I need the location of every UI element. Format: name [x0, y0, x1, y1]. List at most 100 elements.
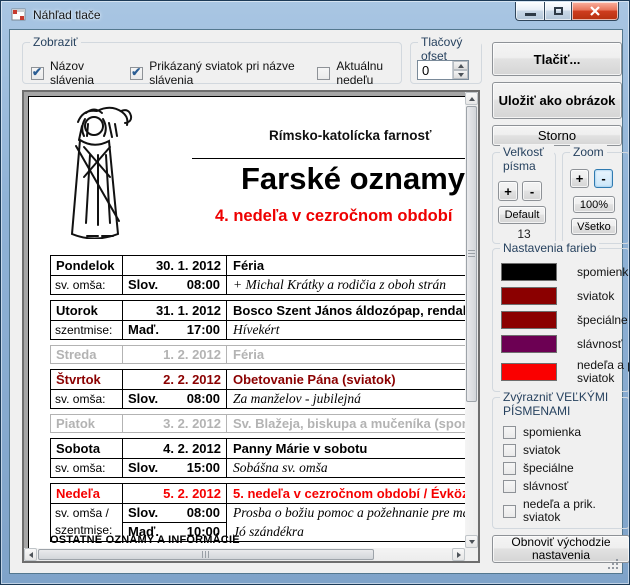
horizontal-scroll-thumb[interactable] [38, 549, 374, 560]
other-announcements-heading: OSTATNÉ OZNAMY A INFORMÁCIE [50, 534, 240, 546]
show-group-label: Zobraziť [30, 35, 81, 49]
horizontal-scrollbar[interactable] [24, 548, 465, 561]
color-swatch[interactable] [501, 263, 557, 281]
colors-group-label: Nastavenia farieb [500, 241, 599, 255]
day-title: Panny Márie v sobotu [227, 439, 465, 458]
zoom-in-button[interactable]: + [570, 169, 589, 188]
day-date: 3. 2. 2012 [123, 415, 227, 432]
day-header-row: Piatok3. 2. 2012Sv. Blažeja, biskupa a m… [51, 415, 465, 432]
day-header-row: Utorok31. 1. 2012Bosco Szent János áldoz… [51, 301, 465, 320]
minimize-button[interactable] [515, 2, 544, 21]
font-size-increase-button[interactable]: + [498, 181, 518, 201]
color-setting-row: nedeľa a prík. sviatok [501, 359, 630, 385]
day-title: Bosco Szent János áldozópap, rendalapító [227, 301, 465, 320]
day-name: Streda [51, 346, 123, 363]
show-option-checkbox[interactable]: Prikázaný sviatok pri názve slávenia [130, 59, 297, 87]
print-button[interactable]: Tlačiť... [492, 42, 622, 76]
scroll-left-button[interactable] [24, 548, 37, 561]
titlebar[interactable]: Náhľad tlače [1, 1, 629, 29]
mass-intention: Jó szándékra [227, 523, 465, 541]
spinner-down-button[interactable] [453, 70, 468, 79]
uppercase-option-checkbox[interactable]: spomienka [503, 426, 615, 439]
zoom-100-button[interactable]: 100% [573, 196, 615, 213]
mass-row: Slov.08:00Prosba o božiu pomoc a požehna… [123, 504, 465, 523]
preview-panel: Rímsko-katolícka farnosť Farské oznamy 4… [22, 90, 480, 563]
window-controls [515, 2, 619, 21]
mass-col: Slov.08:00+ Michal Krátky a rodičia z ob… [123, 276, 465, 294]
maximize-button[interactable] [544, 2, 572, 21]
resize-grip-icon[interactable] [607, 558, 619, 570]
client-area: Zobraziť Názov slávenia Prikázaný sviato… [9, 29, 623, 574]
mass-time: 08:00 [187, 504, 220, 522]
table-row: Piatok3. 2. 2012Sv. Blažeja, biskupa a m… [50, 414, 465, 433]
mass-language: Maď. [128, 321, 159, 339]
color-swatch[interactable] [501, 335, 557, 353]
save-as-image-button[interactable]: Uložiť ako obrázok [492, 82, 622, 119]
parish-header: Rímsko-katolícka farnosť [269, 128, 432, 143]
color-swatch[interactable] [501, 287, 557, 305]
mass-langtime: Slov. 08:00 [123, 504, 227, 523]
print-offset-spinner[interactable]: 0 [417, 60, 469, 80]
cancel-button[interactable]: Storno [492, 125, 622, 146]
font-size-decrease-button[interactable]: - [522, 181, 542, 201]
day-name: Nedeľa [51, 484, 123, 503]
offset-value[interactable]: 0 [418, 61, 452, 79]
mass-langtime: Slov.08:00 [123, 390, 227, 408]
show-checkbox-row: Názov slávenia Prikázaný sviatok pri náz… [31, 59, 401, 87]
day-date: 31. 1. 2012 [123, 301, 227, 320]
chevron-down-icon [458, 73, 464, 77]
mass-langtime: Maď.17:00 [123, 321, 227, 339]
day-date: 4. 2. 2012 [123, 439, 227, 458]
maximize-icon [554, 7, 563, 15]
mass-label: szentmise: [51, 321, 123, 339]
close-button[interactable] [572, 2, 619, 21]
day-header-row: Štvrtok2. 2. 2012Obetovanie Pána (sviato… [51, 370, 465, 389]
zoom-out-button[interactable]: - [594, 169, 613, 188]
vertical-scrollbar[interactable] [465, 92, 478, 548]
zoom-fit-all-button[interactable]: Všetko [571, 218, 617, 235]
uppercase-option-checkbox[interactable]: slávnosť [503, 480, 615, 493]
scroll-right-button[interactable] [452, 548, 465, 561]
spinner-up-button[interactable] [453, 61, 468, 70]
table-row: Pondelok30. 1. 2012Fériasv. omša:Slov.08… [50, 255, 465, 295]
arrow-left-icon [29, 552, 33, 558]
day-title: Féria [227, 346, 465, 363]
checkbox-label: Aktuálnu nedeľu [336, 59, 401, 87]
mass-language: Slov. [128, 504, 158, 522]
preview-table: Pondelok30. 1. 2012Fériasv. omša:Slov.08… [50, 255, 465, 547]
color-setting-row: sviatok [501, 287, 630, 305]
uppercase-option-checkbox[interactable]: nedeľa a prik. sviatok [503, 498, 615, 524]
table-row: Sobota4. 2. 2012Panny Márie v sobotusv. … [50, 438, 465, 478]
checkbox-icon [503, 505, 516, 518]
header-divider [192, 158, 465, 159]
preview-page: Rímsko-katolícka farnosť Farské oznamy 4… [28, 96, 465, 548]
vertical-scroll-thumb[interactable] [466, 106, 477, 402]
checkbox-label: Názov slávenia [50, 59, 110, 87]
checkbox-label: slávnosť [523, 480, 615, 493]
mass-time: 08:00 [187, 276, 220, 294]
mass-label: sv. omša: [51, 276, 123, 294]
scroll-up-button[interactable] [465, 92, 478, 105]
checkbox-icon [503, 444, 516, 457]
mass-col: Slov.08:00Za manželov - jubilejná [123, 390, 465, 408]
day-name: Štvrtok [51, 370, 123, 389]
print-preview-window: Náhľad tlače Zobraziť Názov slávenia [0, 0, 630, 585]
show-option-checkbox[interactable]: Názov slávenia [31, 59, 110, 87]
day-date: 2. 2. 2012 [123, 370, 227, 389]
day-date: 5. 2. 2012 [123, 484, 227, 503]
font-size-default-button[interactable]: Default [498, 206, 546, 224]
arrow-up-icon [469, 97, 475, 101]
font-size-group-label: Veľkosť písma [500, 145, 554, 173]
day-header-row: Pondelok30. 1. 2012Féria [51, 256, 465, 275]
color-swatch[interactable] [501, 311, 557, 329]
day-header-row: Streda1. 2. 2012Féria [51, 346, 465, 363]
scroll-down-button[interactable] [465, 535, 478, 548]
show-option-checkbox[interactable]: Aktuálnu nedeľu [317, 59, 401, 87]
uppercase-option-checkbox[interactable]: sviatok [503, 444, 615, 457]
color-swatch[interactable] [501, 363, 557, 381]
uppercase-option-checkbox[interactable]: špeciálne [503, 462, 615, 475]
mass-col: Slov.15:00Sobášna sv. omša [123, 459, 465, 477]
table-row: Utorok31. 1. 2012Bosco Szent János áldoz… [50, 300, 465, 340]
checkbox-icon [130, 67, 143, 80]
preview-viewport: Rímsko-katolícka farnosť Farské oznamy 4… [24, 92, 465, 548]
